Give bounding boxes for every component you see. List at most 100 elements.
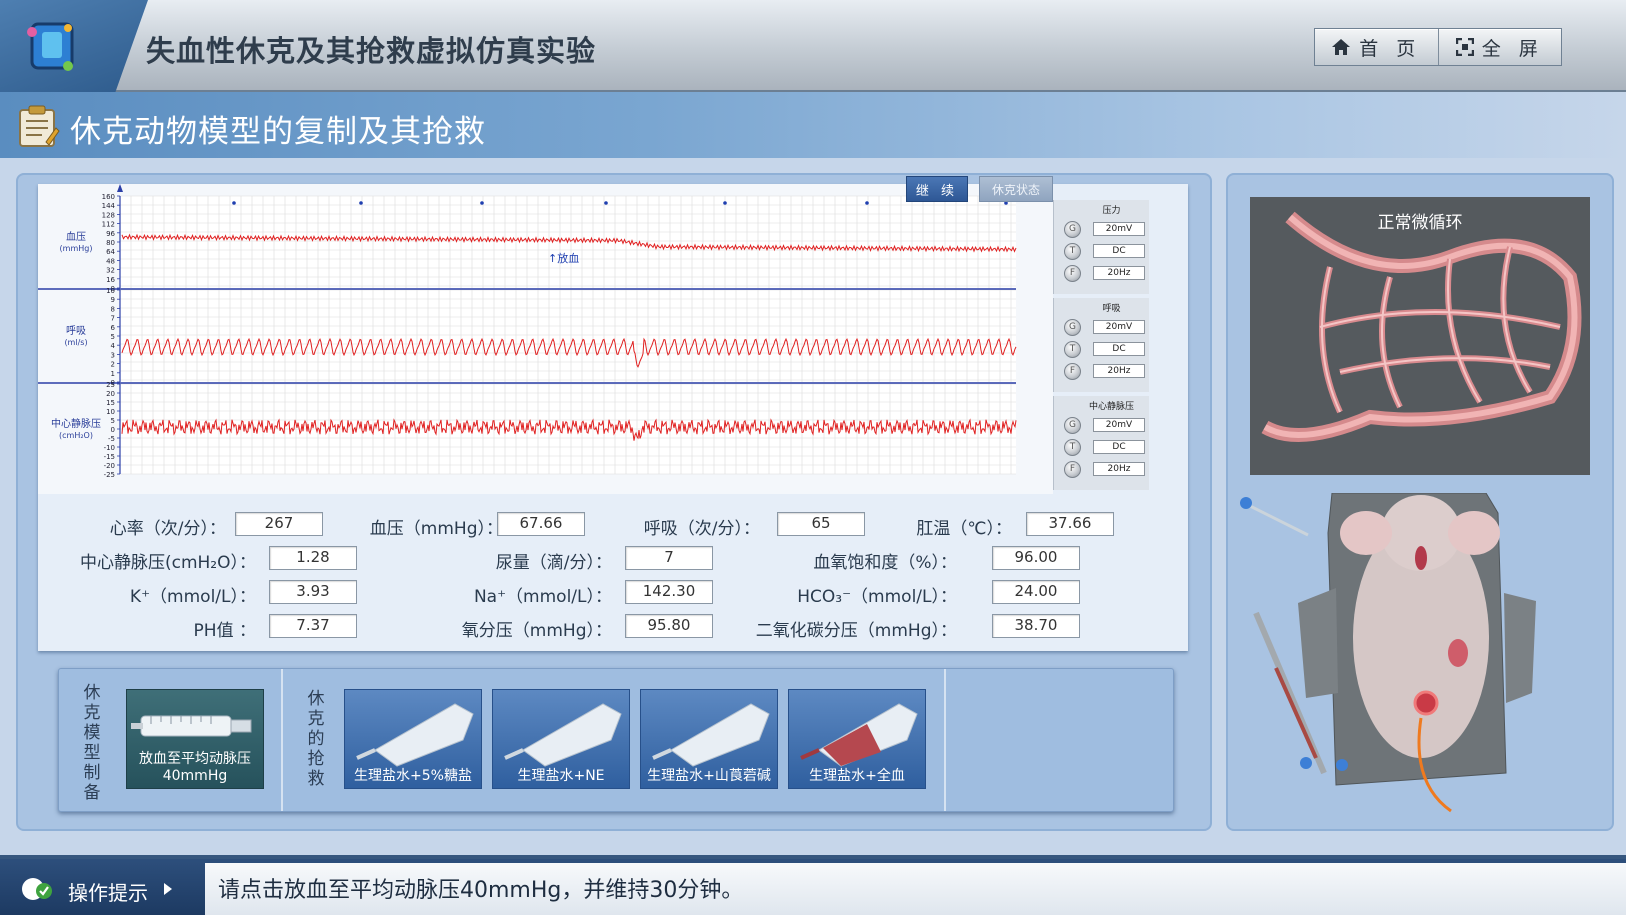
- tray-divider: [944, 669, 946, 811]
- iv-bag-icon: [356, 703, 474, 767]
- y-tick-label: 8: [111, 305, 115, 313]
- microcirculation-label: 正常微循环: [1377, 213, 1463, 233]
- gain-knob[interactable]: G: [1064, 416, 1081, 434]
- time-constant-knob[interactable]: T: [1064, 242, 1081, 260]
- time-marker: [723, 201, 727, 205]
- cvp-control-title: 中心静脉压: [1088, 402, 1134, 412]
- po2-value: 95.80: [625, 614, 713, 638]
- hint-label: 操作提示: [68, 881, 148, 905]
- vital-signs-readouts: 心率（次/分）： 267 血压（mmHg）： 67.66 呼吸（次/分）： 65…: [38, 500, 1188, 651]
- saline-ne-tool-card[interactable]: 生理盐水+NE: [492, 689, 630, 789]
- fullscreen-icon: [1455, 38, 1474, 56]
- channel-name: 呼吸: [66, 325, 86, 337]
- y-tick-label: 112: [102, 221, 115, 229]
- y-tick-label: 20: [106, 390, 115, 398]
- y-tick-label: -25: [104, 471, 115, 479]
- sodium-label: Na⁺（mmol/L）：: [473, 587, 612, 607]
- channel-unit: (cmH₂O): [59, 431, 93, 440]
- rectal-temp-label: 肛温（℃）：: [916, 519, 1012, 539]
- bleed-annotation: ↑放血: [548, 251, 579, 265]
- cvp-control-panel: 中心静脉压 G 20mV T DC F 20Hz: [1053, 396, 1149, 490]
- time-constant-knob[interactable]: T: [1064, 340, 1081, 358]
- time-constant-value: DC: [1093, 440, 1145, 454]
- spo2-label: 血氧饱和度（%）：: [813, 553, 957, 573]
- bicarbonate-value: 24.00: [992, 580, 1080, 604]
- time-marker: [359, 201, 363, 205]
- y-tick-label: 5: [111, 417, 115, 425]
- time-marker: [865, 201, 869, 205]
- channel-unit: (mmHg): [60, 244, 93, 253]
- gain-knob[interactable]: G: [1064, 220, 1081, 238]
- spo2-value: 96.00: [992, 546, 1080, 570]
- saline-ne-tool-label: 生理盐水+NE: [517, 768, 605, 784]
- ph-value: 7.37: [269, 614, 357, 638]
- y-tick-label: 32: [106, 267, 115, 275]
- bleed-tool-label: 放血至平均动脉压 40mmHg: [139, 751, 251, 784]
- cvp-label: 中心静脉压(cmH₂O）：: [79, 553, 256, 573]
- respiration-rate-label: 呼吸（次/分）：: [643, 519, 760, 539]
- hint-bar: 操作提示 请点击放血至平均动脉压40mmHg，并维持30分钟。: [0, 855, 1626, 915]
- y-tick-label: 2: [111, 361, 115, 369]
- hint-arrow-icon[interactable]: [164, 883, 172, 895]
- respiration-control-title: 呼吸: [1102, 304, 1121, 314]
- channel-name: 中心静脉压: [51, 417, 101, 430]
- time-constant-value: DC: [1093, 244, 1145, 258]
- heart-rate-label: 心率（次/分）：: [109, 519, 226, 539]
- y-tick-label: 1: [111, 370, 115, 378]
- y-tick-label: -15: [104, 453, 115, 461]
- y-tick-label: -5: [108, 435, 115, 443]
- pressure-control-panel: 压力 G 20mV T DC F 20Hz: [1053, 200, 1149, 294]
- bleed-tool-card[interactable]: 放血至平均动脉压 40mmHg: [126, 689, 264, 789]
- y-tick-label: 6: [111, 324, 116, 332]
- ph-label: PH值 ：: [193, 621, 256, 641]
- heart-rate-value: 267: [235, 512, 323, 536]
- time-constant-knob[interactable]: T: [1064, 438, 1081, 456]
- potassium-value: 3.93: [269, 580, 357, 604]
- app-title: 失血性休克及其抢救虚拟仿真实验: [146, 34, 597, 68]
- y-tick-label: 15: [106, 399, 115, 407]
- y-tick-label: 0: [111, 426, 115, 434]
- home-icon: [1332, 39, 1351, 55]
- blood-pressure-value: 67.66: [497, 512, 585, 536]
- channel-unit: (ml/s): [64, 338, 87, 347]
- bicarbonate-label: HCO₃⁻（mmol/L）：: [797, 587, 957, 607]
- po2-label: 氧分压（mmHg）：: [461, 621, 612, 641]
- y-tick-label: 3: [111, 351, 115, 359]
- y-tick-label: 160: [102, 193, 115, 201]
- top-nav: 首 页 全 屏: [1314, 28, 1562, 66]
- clipboard-icon: [19, 105, 60, 147]
- filter-knob[interactable]: F: [1064, 460, 1081, 478]
- continue-button[interactable]: 继 续: [906, 176, 968, 202]
- y-tick-label: 128: [102, 211, 115, 219]
- hint-icon: [22, 878, 52, 900]
- saline-glucose-tool-card[interactable]: 生理盐水+5%糖盐: [344, 689, 482, 789]
- y-tick-label: 25: [106, 381, 115, 389]
- y-tick-label: 96: [106, 230, 115, 238]
- urine-output-value: 7: [625, 546, 713, 570]
- waveform-display: 1601441281129680644832160血压(mmHg)1098765…: [38, 184, 1053, 494]
- time-constant-value: DC: [1093, 342, 1145, 356]
- saline-anisodamine-tool-card[interactable]: 生理盐水+山莨菪碱: [640, 689, 778, 789]
- sodium-value: 142.30: [625, 580, 713, 604]
- home-button[interactable]: 首 页: [1315, 29, 1438, 65]
- cvp-value: 1.28: [269, 546, 357, 570]
- filter-value: 20Hz: [1093, 364, 1145, 378]
- filter-value: 20Hz: [1093, 462, 1145, 476]
- y-tick-label: 9: [111, 296, 115, 304]
- y-tick-label: 64: [106, 248, 115, 256]
- gain-knob[interactable]: G: [1064, 318, 1081, 336]
- app-logo-icon: [27, 22, 74, 71]
- fullscreen-button[interactable]: 全 屏: [1437, 29, 1562, 65]
- model-prep-label: 休克模型制备: [83, 683, 101, 803]
- section-title-bar: 休克动物模型的复制及其抢救: [0, 92, 1626, 158]
- saline-blood-tool-card[interactable]: 生理盐水+全血: [788, 689, 926, 789]
- shock-state-button[interactable]: 休克状态: [979, 176, 1053, 202]
- iv-bag-icon: [652, 703, 770, 767]
- y-tick-label: 16: [106, 276, 115, 284]
- filter-knob[interactable]: F: [1064, 362, 1081, 380]
- y-tick-label: 10: [106, 287, 115, 295]
- time-marker: [232, 201, 236, 205]
- syringe-icon: [131, 715, 252, 737]
- filter-knob[interactable]: F: [1064, 264, 1081, 282]
- urine-output-label: 尿量（滴/分）：: [495, 553, 612, 573]
